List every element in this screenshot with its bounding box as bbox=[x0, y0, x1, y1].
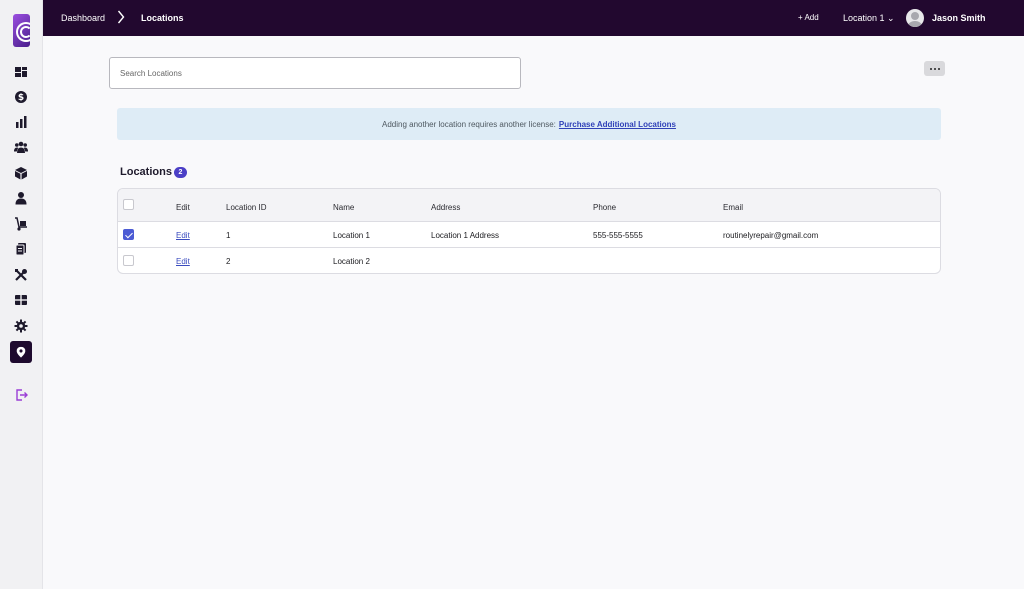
column-header-address[interactable]: Address bbox=[431, 203, 460, 212]
chevron-right-icon bbox=[117, 10, 125, 24]
cell-location-id: 2 bbox=[226, 257, 231, 266]
row-checkbox[interactable] bbox=[123, 255, 134, 266]
edit-link[interactable]: Edit bbox=[176, 231, 190, 240]
cell-address: Location 1 Address bbox=[431, 231, 500, 240]
box-icon[interactable] bbox=[12, 164, 30, 182]
row-checkbox[interactable] bbox=[123, 229, 134, 240]
bar-chart-icon[interactable] bbox=[12, 113, 30, 131]
app-logo[interactable] bbox=[13, 14, 30, 47]
user-name[interactable]: Jason Smith bbox=[932, 13, 986, 23]
cell-name: Location 2 bbox=[333, 257, 370, 266]
cash-register-icon[interactable] bbox=[12, 291, 30, 309]
page-title: Locations bbox=[120, 166, 172, 178]
sidebar: $ bbox=[0, 0, 43, 589]
tools-icon[interactable] bbox=[12, 266, 30, 284]
hand-truck-icon[interactable] bbox=[12, 215, 30, 233]
column-header-edit: Edit bbox=[176, 203, 190, 212]
location-selector[interactable]: Location 1 ⌄ bbox=[843, 13, 895, 24]
table-row[interactable]: Edit 2 Location 2 bbox=[118, 248, 940, 273]
search-input[interactable] bbox=[109, 57, 521, 89]
column-header-email[interactable]: Email bbox=[723, 203, 743, 212]
edit-link[interactable]: Edit bbox=[176, 257, 190, 266]
breadcrumb-current: Locations bbox=[141, 13, 184, 23]
cell-location-id: 1 bbox=[226, 231, 231, 240]
table-header: Edit Location ID Name Address Phone Emai… bbox=[118, 189, 940, 222]
users-icon[interactable] bbox=[12, 138, 30, 156]
cell-phone: 555-555-5555 bbox=[593, 231, 643, 240]
select-all-checkbox[interactable] bbox=[123, 199, 134, 210]
avatar[interactable] bbox=[906, 9, 924, 27]
ellipsis-icon bbox=[929, 67, 932, 70]
cell-name: Location 1 bbox=[333, 231, 370, 240]
gear-icon[interactable] bbox=[12, 317, 30, 335]
breadcrumb-dashboard[interactable]: Dashboard bbox=[61, 13, 105, 23]
clipboard-icon[interactable] bbox=[12, 240, 30, 258]
svg-text:$: $ bbox=[18, 93, 24, 103]
location-pin-icon[interactable] bbox=[10, 341, 32, 363]
column-header-location-id[interactable]: Location ID bbox=[226, 203, 266, 212]
column-header-name[interactable]: Name bbox=[333, 203, 354, 212]
license-banner: Adding another location requires another… bbox=[117, 108, 941, 140]
logout-icon[interactable] bbox=[12, 386, 30, 404]
locations-table: Edit Location ID Name Address Phone Emai… bbox=[117, 188, 941, 274]
column-header-phone[interactable]: Phone bbox=[593, 203, 616, 212]
dashboard-icon[interactable] bbox=[12, 63, 30, 81]
count-badge: 2 bbox=[174, 167, 187, 178]
cell-email: routinelyrepair@gmail.com bbox=[723, 231, 819, 240]
top-bar: Dashboard Locations + Add Location 1 ⌄ J… bbox=[43, 0, 1024, 36]
dollar-icon[interactable]: $ bbox=[12, 88, 30, 106]
banner-text: Adding another location requires another… bbox=[382, 119, 556, 129]
user-icon[interactable] bbox=[12, 189, 30, 207]
more-options-button[interactable] bbox=[924, 61, 945, 76]
table-row[interactable]: Edit 1 Location 1 Location 1 Address 555… bbox=[118, 222, 940, 248]
add-button[interactable]: + Add bbox=[798, 13, 819, 22]
purchase-locations-link[interactable]: Purchase Additional Locations bbox=[559, 120, 676, 129]
